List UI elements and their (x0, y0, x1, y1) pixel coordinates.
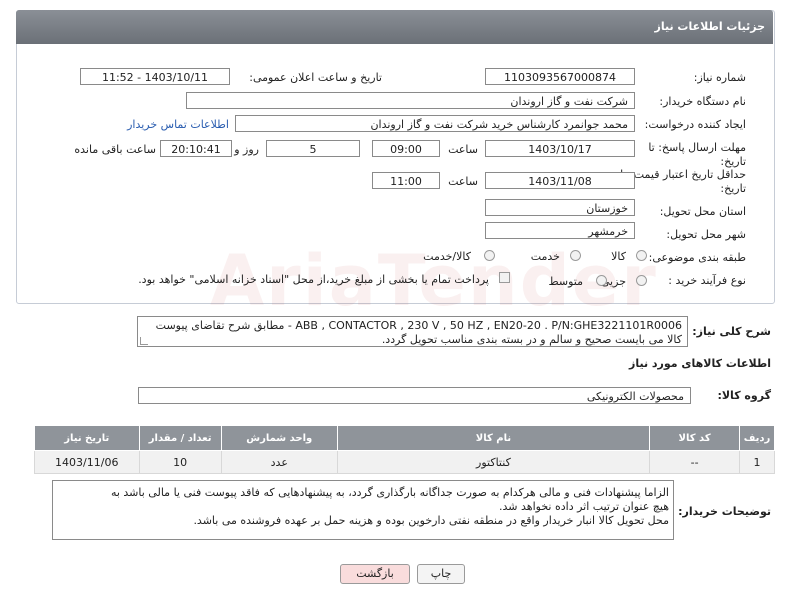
category-label: طبقه بندی موضوعی: (648, 251, 746, 264)
description-line-1: ABB , CONTACTOR , 230 V , 50 HZ , EN20-2… (155, 319, 682, 332)
treasury-payment-note: پرداخت تمام یا بخشی از مبلغ خرید،از محل … (138, 273, 489, 286)
goods-section-title: اطلاعات کالاهای مورد نیاز (629, 357, 771, 370)
description-label: شرح کلی نیاز: (692, 325, 771, 338)
city-field[interactable]: خرمشهر (485, 222, 635, 239)
goods-group-field[interactable]: محصولات الکترونیکی (138, 387, 691, 404)
category-service-radio[interactable] (570, 250, 581, 261)
buyer-contact-link[interactable]: اطلاعات تماس خریدار (127, 118, 229, 131)
category-both-label: کالا/خدمت (423, 250, 471, 263)
buyer-notes-textarea[interactable]: الزاما پیشنهادات فنی و مالی هرکدام به صو… (52, 480, 674, 540)
goods-table-header: ردیف کد کالا نام کالا واحد شمارش تعداد /… (34, 425, 775, 451)
cell-date: 1403/11/06 (34, 450, 140, 474)
province-field[interactable]: خوزستان (485, 199, 635, 216)
treasury-payment-checkbox[interactable] (499, 272, 510, 283)
buyer-notes-label: توضیحات خریدار: (678, 505, 771, 518)
col-date: تاریخ نیاز (34, 425, 140, 451)
days-label: روز و (234, 143, 259, 156)
goods-table: ردیف کد کالا نام کالا واحد شمارش تعداد /… (34, 425, 775, 474)
validity-label-2: تاریخ: (720, 182, 746, 195)
province-label: استان محل تحویل: (659, 205, 746, 218)
remaining-label: ساعت باقی مانده (74, 143, 156, 156)
process-label: نوع فرآیند خرید : (668, 274, 746, 287)
validity-label: حداقل تاریخ اعتبار قیمت: تا (620, 168, 746, 181)
buyer-notes-line-1: الزاما پیشنهادات فنی و مالی هرکدام به صو… (110, 486, 669, 499)
cell-code: -- (649, 450, 741, 474)
category-service-label: خدمت (530, 250, 560, 263)
cell-unit: عدد (220, 450, 338, 474)
process-minor-radio[interactable] (636, 275, 647, 286)
remaining-time-field[interactable]: 20:10:41 (160, 140, 232, 157)
process-medium-radio[interactable] (596, 275, 607, 286)
requester-field[interactable]: محمد جوانمرد کارشناس خرید شرکت نفت و گاز… (235, 115, 635, 132)
requester-label: ایجاد کننده درخواست: (644, 118, 746, 131)
need-number-label: شماره نیاز: (693, 71, 746, 84)
validity-time-label: ساعت (448, 175, 478, 188)
category-goods-label: کالا (611, 250, 626, 263)
buyer-notes-line-2: هیچ عنوان ترتیب اثر داده نخواهد شد. (499, 500, 669, 513)
deadline-time-field[interactable]: 09:00 (372, 140, 440, 157)
col-code: کد کالا (649, 425, 741, 451)
cell-qty: 10 (138, 450, 222, 474)
category-both-radio[interactable] (484, 250, 495, 261)
need-number-field[interactable]: 1103093567000874 (485, 68, 635, 85)
goods-group-label: گروه کالا: (717, 389, 771, 402)
deadline-date-field[interactable]: 1403/10/17 (485, 140, 635, 157)
process-medium-label: متوسط (548, 275, 583, 288)
col-name: نام کالا (336, 425, 651, 451)
deadline-label: مهلت ارسال پاسخ: تا (648, 141, 746, 154)
deadline-days-field[interactable]: 5 (266, 140, 360, 157)
city-label: شهر محل تحویل: (666, 228, 746, 241)
description-textarea[interactable]: ABB , CONTACTOR , 230 V , 50 HZ , EN20-2… (137, 316, 688, 347)
cell-name: کنتاکتور (336, 450, 651, 474)
resize-handle-icon[interactable] (140, 337, 148, 345)
cell-row: 1 (739, 450, 775, 474)
buyer-field[interactable]: شرکت نفت و گاز اروندان (186, 92, 635, 109)
page-title: جزئیات اطلاعات نیاز (654, 20, 766, 33)
announce-label: تاریخ و ساعت اعلان عمومی: (249, 71, 382, 84)
description-line-2: کالا می بایست صحیح و سالم و در بسته بندی… (381, 333, 682, 346)
validity-time-field[interactable]: 11:00 (372, 172, 440, 189)
deadline-time-label: ساعت (448, 143, 478, 156)
announce-field[interactable]: 1403/10/11 - 11:52 (80, 68, 230, 85)
category-goods-radio[interactable] (636, 250, 647, 261)
col-unit: واحد شمارش (220, 425, 338, 451)
deadline-label-2: تاریخ: (720, 155, 746, 168)
col-qty: تعداد / مقدار (138, 425, 222, 451)
buyer-label: نام دستگاه خریدار: (659, 95, 746, 108)
col-row: ردیف (739, 425, 775, 451)
back-button[interactable]: بازگشت (340, 564, 410, 584)
validity-date-field[interactable]: 1403/11/08 (485, 172, 635, 189)
buyer-notes-line-3: محل تحویل کالا انبار خریدار واقع در منطق… (193, 514, 669, 527)
table-row[interactable]: 1 -- کنتاکتور عدد 10 1403/11/06 (34, 450, 775, 474)
print-button[interactable]: چاپ (417, 564, 465, 584)
